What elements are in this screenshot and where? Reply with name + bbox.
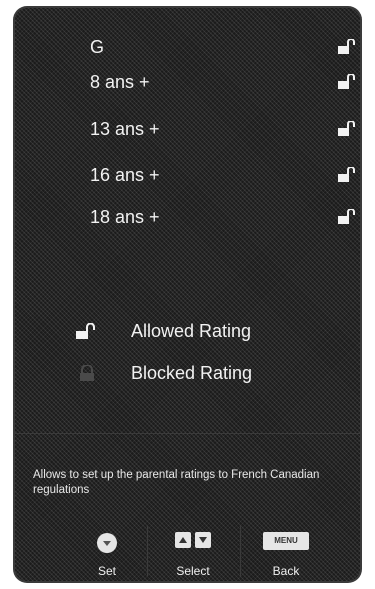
unlocked-padlock-icon: [338, 39, 355, 54]
footer-separator: [147, 526, 148, 576]
unlocked-padlock-icon: [338, 121, 355, 136]
rating-label: 8 ans +: [90, 72, 150, 92]
parental-ratings-panel: G 8 ans + 13 ans + 16 ans + 18 ans + All…: [13, 6, 362, 583]
rating-label: 18 ans +: [90, 207, 160, 227]
unlocked-padlock-icon: [76, 323, 95, 339]
select-button[interactable]: Select: [158, 524, 228, 582]
unlocked-padlock-icon: [338, 74, 355, 89]
set-button[interactable]: Set: [72, 524, 142, 582]
rating-item-13-ans[interactable]: 13 ans +: [81, 116, 355, 142]
back-button[interactable]: MENU Back: [251, 524, 321, 582]
ok-button-icon: [97, 533, 117, 553]
footer-separator: [240, 526, 241, 576]
rating-label: G: [90, 37, 105, 57]
legend-blocked: Blocked Rating: [75, 360, 335, 386]
rating-label: 13 ans +: [90, 119, 160, 139]
help-text: Allows to set up the parental ratings to…: [33, 469, 320, 496]
legend-allowed-label: Allowed Rating: [131, 321, 252, 341]
arrow-up-key-icon: [175, 532, 191, 548]
unlocked-padlock-icon: [338, 209, 355, 224]
unlocked-padlock-icon: [338, 167, 355, 182]
legend-allowed: Allowed Rating: [75, 318, 335, 344]
rating-item-18-ans[interactable]: 18 ans +: [81, 204, 355, 230]
locked-padlock-icon: [80, 365, 94, 381]
set-label: Set: [97, 564, 116, 578]
rating-item-8-ans[interactable]: 8 ans +: [81, 69, 355, 95]
rating-item-g[interactable]: G: [81, 34, 355, 60]
rating-item-16-ans[interactable]: 16 ans +: [81, 162, 355, 188]
arrow-down-key-icon: [195, 532, 211, 548]
rating-label: 16 ans +: [90, 165, 160, 185]
divider: [13, 433, 362, 434]
menu-key-icon: MENU: [263, 532, 309, 550]
back-label: Back: [272, 564, 300, 578]
legend-blocked-label: Blocked Rating: [131, 363, 253, 383]
select-label: Select: [176, 564, 210, 578]
